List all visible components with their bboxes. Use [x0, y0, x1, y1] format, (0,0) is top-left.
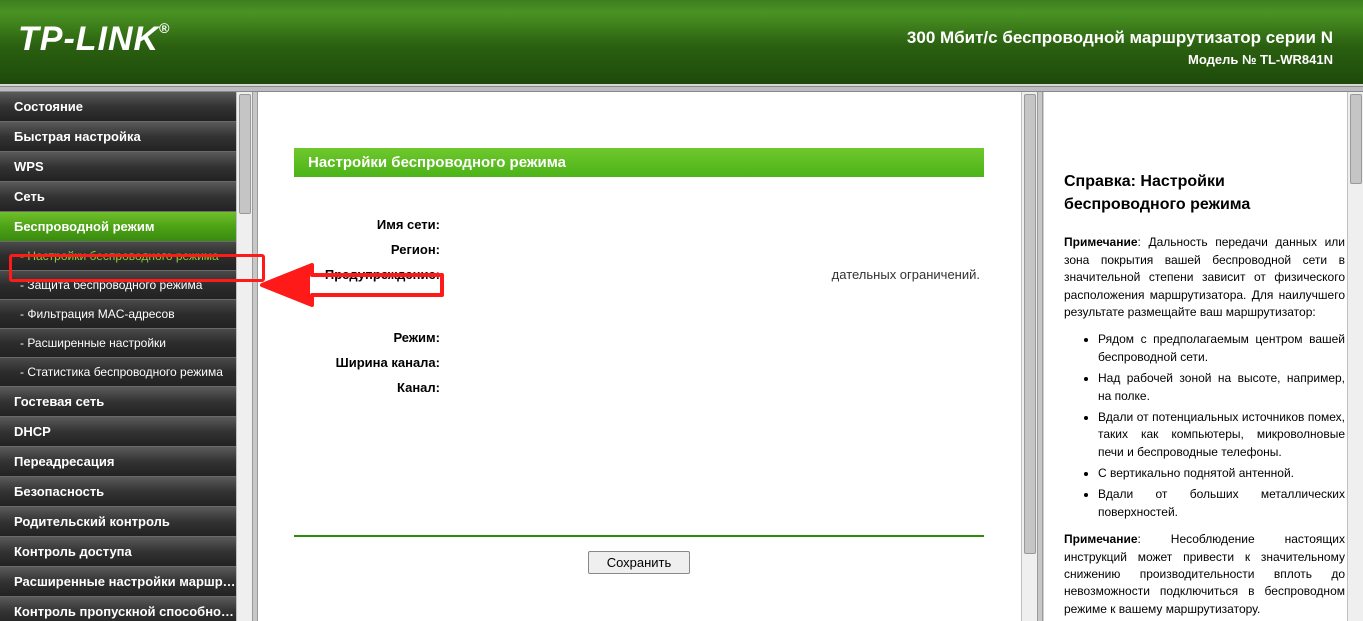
help-bullet: Вдали от больших металлических поверхнос… — [1098, 486, 1345, 521]
sidebar-subitem[interactable]: - Настройки беспроводного режима — [0, 242, 252, 271]
help-paragraph-2: Примечание: Несоблюдение настоящих инстр… — [1064, 531, 1345, 618]
model-number: Модель № TL-WR841N — [907, 52, 1333, 67]
sidebar: СостояниеБыстрая настройкаWPSСетьБеспров… — [0, 92, 252, 621]
panel-title: Настройки беспроводного режима — [294, 148, 984, 177]
sidebar-item[interactable]: Гостевая сеть — [0, 387, 252, 417]
mode-label: Режим: — [294, 330, 444, 345]
sidebar-item[interactable]: Родительский контроль — [0, 507, 252, 537]
settings-form: Имя сети: Регион: Предупреждение: датель… — [294, 217, 984, 395]
sidebar-item[interactable]: Беспроводной режим — [0, 212, 252, 242]
sidebar-item[interactable]: DHCP — [0, 417, 252, 447]
sidebar-subitem[interactable]: - Фильтрация MAC-адресов — [0, 300, 252, 329]
sidebar-item[interactable]: Быстрая настройка — [0, 122, 252, 152]
sidebar-scrollbar-thumb[interactable] — [239, 94, 251, 214]
warning-label: Предупреждение: — [294, 267, 444, 282]
main-scrollbar[interactable] — [1021, 92, 1037, 621]
header-product-info: 300 Мбит/с беспроводной маршрутизатор се… — [907, 28, 1333, 67]
warning-tail: дательных ограничений. — [832, 267, 980, 282]
sidebar-item[interactable]: Контроль пропускной способности — [0, 597, 252, 621]
sidebar-subitem[interactable]: - Защита беспроводного режима — [0, 271, 252, 300]
region-label: Регион: — [294, 242, 444, 257]
sidebar-subitem[interactable]: - Статистика беспроводного режима — [0, 358, 252, 387]
header-banner: TP-LINK® 300 Мбит/с беспроводной маршрут… — [0, 0, 1363, 86]
help-bullet: Над рабочей зоной на высоте, например, н… — [1098, 370, 1345, 405]
help-bullet: Вдали от потенциальных источников помех,… — [1098, 409, 1345, 461]
sidebar-item[interactable]: WPS — [0, 152, 252, 182]
logo-text: TP-LINK — [18, 20, 159, 58]
sidebar-item[interactable]: Состояние — [0, 92, 252, 122]
sidebar-item[interactable]: Безопасность — [0, 477, 252, 507]
sidebar-subitem[interactable]: - Расширенные настройки — [0, 329, 252, 358]
sidebar-item[interactable]: Контроль доступа — [0, 537, 252, 567]
help-bullet: С вертикально поднятой антенной. — [1098, 465, 1345, 482]
help-bullet-list: Рядом с предполагаемым центром вашей бес… — [1098, 331, 1345, 521]
sidebar-scrollbar[interactable] — [236, 92, 252, 621]
main-content: Настройки беспроводного режима Имя сети:… — [258, 92, 1037, 621]
help-panel: Справка: Настройки беспроводного режима … — [1043, 92, 1363, 621]
help-title: Справка: Настройки беспроводного режима — [1064, 170, 1345, 216]
ssid-label: Имя сети: — [294, 217, 444, 232]
main-scrollbar-thumb[interactable] — [1024, 94, 1036, 554]
help-paragraph-1: Примечание: Дальность передачи данных ил… — [1064, 234, 1345, 321]
form-divider — [294, 535, 984, 537]
help-bullet: Рядом с предполагаемым центром вашей бес… — [1098, 331, 1345, 366]
channel-label: Канал: — [294, 380, 444, 395]
sidebar-item[interactable]: Расширенные настройки маршрутизации — [0, 567, 252, 597]
warning-text: дательных ограничений. — [444, 267, 984, 282]
help-scrollbar-thumb[interactable] — [1350, 94, 1362, 184]
sidebar-item[interactable]: Переадресация — [0, 447, 252, 477]
sidebar-item[interactable]: Сеть — [0, 182, 252, 212]
logo: TP-LINK® — [18, 20, 170, 59]
channel-width-label: Ширина канала: — [294, 355, 444, 370]
save-button[interactable]: Сохранить — [588, 551, 691, 574]
product-title: 300 Мбит/с беспроводной маршрутизатор се… — [907, 28, 1333, 48]
help-scrollbar[interactable] — [1347, 92, 1363, 621]
